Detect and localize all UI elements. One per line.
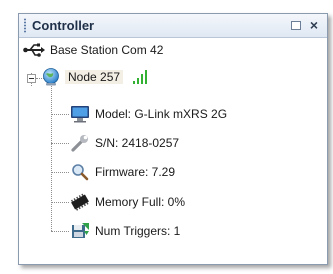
panel-titlebar[interactable]: Controller × — [19, 14, 327, 38]
drag-grip[interactable] — [24, 18, 26, 33]
tree-item-label: Num Triggers: 1 — [95, 224, 181, 238]
tree-item-label: Memory Full: 0% — [95, 195, 186, 209]
memory-chip-icon — [70, 193, 89, 211]
monitor-icon — [71, 106, 89, 123]
tree-line — [51, 172, 69, 173]
restore-button[interactable] — [287, 17, 303, 33]
tree-item-label: Firmware: 7.29 — [95, 165, 176, 179]
tree-item-label: S/N: 2418-0257 — [95, 136, 180, 150]
trigger-save-icon — [72, 223, 89, 238]
collapse-toggle[interactable] — [27, 74, 36, 83]
tree-item-memory[interactable]: Memory Full: 0% — [70, 192, 185, 212]
tree-item-label: Node 257 — [65, 70, 124, 84]
globe-node-icon — [43, 68, 59, 86]
tree-line — [51, 114, 69, 115]
device-tree: Base Station Com 42 Node 257 Model: G-Li… — [19, 38, 327, 264]
tree-item-base-station[interactable]: Base Station Com 42 — [23, 40, 163, 60]
tree-line — [51, 143, 69, 144]
tree-line — [51, 86, 52, 231]
signal-strength-icon — [133, 70, 148, 84]
tree-item-model[interactable]: Model: G-Link mXRS 2G — [70, 104, 227, 124]
tree-item-serial[interactable]: S/N: 2418-0257 — [70, 133, 179, 153]
usb-connection-icon — [23, 43, 45, 57]
tree-line — [51, 202, 69, 203]
magnifier-icon — [72, 164, 89, 181]
tree-line — [51, 231, 69, 232]
wrench-icon — [71, 135, 88, 152]
controller-panel: Controller × Base Station Com 42 Node 25… — [18, 13, 328, 265]
tree-item-firmware[interactable]: Firmware: 7.29 — [70, 162, 175, 182]
close-button[interactable]: × — [306, 17, 322, 33]
tree-item-label: Model: G-Link mXRS 2G — [95, 107, 228, 121]
tree-item-node[interactable]: Node 257 — [41, 67, 150, 87]
tree-item-triggers[interactable]: Num Triggers: 1 — [70, 221, 180, 241]
panel-title: Controller — [32, 18, 95, 33]
tree-item-label: Base Station Com 42 — [50, 43, 164, 57]
